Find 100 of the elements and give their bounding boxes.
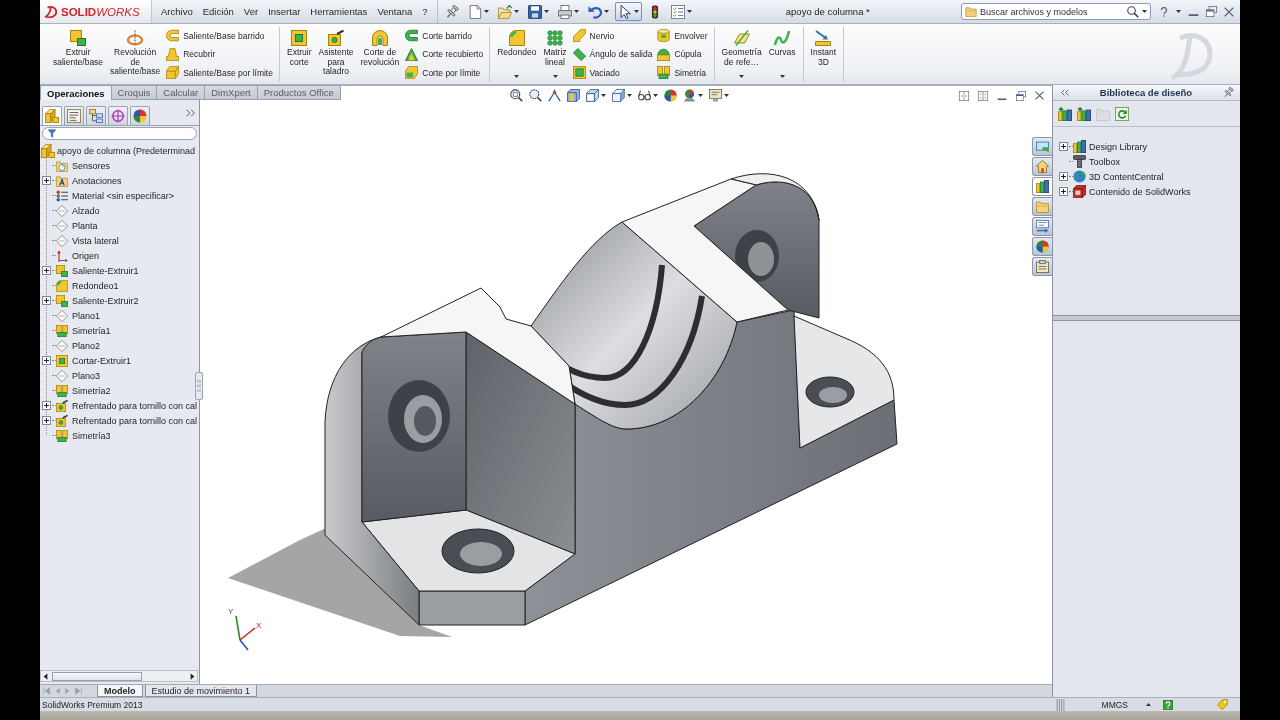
search-icon[interactable] — [1127, 5, 1139, 18]
command-tab[interactable]: Productos Office — [256, 85, 341, 100]
select-button[interactable] — [614, 2, 642, 21]
search-box[interactable]: Buscar archivos y modelos — [961, 3, 1151, 20]
expand-icon[interactable] — [1059, 142, 1068, 151]
refresh-icon[interactable] — [1115, 106, 1129, 121]
expand-icon[interactable] — [1059, 187, 1068, 196]
scrollbar-thumb[interactable] — [52, 671, 142, 681]
monitor-icon[interactable] — [709, 89, 722, 102]
caret-icon[interactable] — [724, 94, 729, 97]
glasses-icon[interactable] — [638, 89, 651, 102]
caret-icon[interactable] — [514, 75, 520, 78]
task-pane-tab[interactable] — [1032, 217, 1052, 236]
scene-ball-icon[interactable] — [683, 89, 696, 102]
tile-horizontal-icon[interactable] — [959, 90, 969, 101]
splitter-handle[interactable] — [195, 372, 203, 400]
tree-item[interactable]: Sensores — [72, 160, 111, 171]
panel-tab[interactable] — [108, 106, 128, 125]
caret-icon[interactable] — [1146, 703, 1151, 706]
section-cube-icon[interactable] — [567, 89, 580, 102]
pushpin-icon[interactable] — [1223, 87, 1234, 98]
caret-icon[interactable] — [779, 75, 785, 78]
caret-icon[interactable] — [739, 75, 745, 78]
bottom-tab[interactable]: Estudio de movimiento 1 — [144, 685, 258, 697]
caret-icon[interactable] — [483, 10, 489, 13]
caret-icon[interactable] — [653, 94, 658, 97]
tree-item[interactable]: Cortar-Extruir1 — [72, 355, 131, 366]
double-chevron-icon[interactable] — [186, 108, 195, 117]
ribbon-button[interactable]: Asistente para taladro — [317, 27, 355, 82]
ribbon-button[interactable]: Curvas — [767, 27, 797, 82]
tree-item[interactable]: Simetría2 — [72, 385, 111, 396]
units-label[interactable]: MMGS — [1101, 699, 1128, 710]
expand-icon[interactable] — [42, 416, 51, 425]
menu-item[interactable]: ? — [417, 6, 433, 17]
tree-item[interactable]: Saliente-Extruir1 — [72, 265, 139, 276]
tree-item[interactable]: Origen — [72, 250, 99, 261]
ribbon-button[interactable]: Cúpula — [657, 47, 708, 61]
menu-item[interactable]: Insertar — [263, 6, 306, 17]
tree-item[interactable]: Simetría3 — [72, 430, 111, 441]
zoom-to-fit-icon[interactable] — [510, 89, 523, 102]
ribbon-button[interactable]: Envolver — [657, 29, 708, 42]
tree-item[interactable]: Planta — [72, 220, 98, 231]
ribbon-button[interactable]: Corte barrido — [405, 29, 484, 42]
tree-item[interactable]: Redondeo1 — [72, 280, 119, 291]
command-tab[interactable]: Croquis — [110, 85, 158, 100]
double-chevron-icon[interactable] — [1061, 89, 1069, 96]
caret-icon[interactable] — [1176, 10, 1181, 13]
command-tab[interactable]: Calcular — [156, 85, 206, 100]
caret-icon[interactable] — [686, 10, 692, 13]
ribbon-button[interactable]: Corte de revolución — [359, 27, 401, 82]
command-tab[interactable]: Operaciones — [40, 85, 112, 100]
horizontal-scrollbar[interactable] — [40, 670, 198, 682]
search-field[interactable]: Buscar archivos y modelos — [980, 6, 1124, 17]
ribbon-button[interactable]: Saliente/Base por límite — [166, 66, 273, 79]
close-icon[interactable] — [1224, 6, 1234, 17]
bottom-tab[interactable]: Modelo — [97, 685, 143, 697]
tree-item[interactable]: Alzado — [72, 205, 100, 216]
expand-icon[interactable] — [42, 401, 51, 410]
task-pane-tab[interactable] — [1032, 177, 1052, 196]
help-icon[interactable] — [1163, 699, 1173, 710]
caret-icon[interactable] — [633, 10, 639, 13]
ribbon-button[interactable]: Nervio — [572, 29, 653, 42]
tree-item[interactable]: Material <sin especificar> — [72, 190, 175, 201]
ribbon-button[interactable]: Corte recubierto — [405, 47, 484, 61]
caret-icon[interactable] — [603, 10, 609, 13]
ribbon-button[interactable]: Saliente/Base barrido — [166, 29, 273, 42]
caret-icon[interactable] — [698, 94, 703, 97]
tree-item[interactable]: Simetría1 — [72, 325, 111, 336]
cube-icon[interactable] — [612, 89, 625, 102]
panel-tab[interactable] — [130, 106, 150, 125]
ribbon-button[interactable]: Recubrir — [166, 47, 273, 61]
panel-tab[interactable] — [86, 106, 106, 125]
caret-icon[interactable] — [573, 10, 579, 13]
ribbon-button[interactable]: Redondeo — [496, 27, 538, 82]
panel-tab[interactable] — [42, 106, 62, 125]
tree-item[interactable]: Saliente-Extruir2 — [72, 295, 139, 306]
tree-item[interactable]: Plano3 — [72, 370, 101, 381]
ribbon-button[interactable]: Revolución de saliente/base — [109, 27, 162, 82]
caret-icon[interactable] — [627, 94, 632, 97]
ribbon-button[interactable]: Geometría de refe… — [720, 27, 763, 82]
expand-icon[interactable] — [42, 176, 51, 185]
tree-item[interactable]: Refrentado para tornillo con cal — [72, 415, 198, 426]
menu-item[interactable]: Herramientas — [305, 6, 373, 17]
restore-icon[interactable] — [1206, 6, 1217, 17]
zoom-area-icon[interactable] — [529, 89, 542, 102]
axes-icon[interactable] — [548, 89, 561, 102]
tree-item[interactable]: Refrentado para tornillo con cal — [72, 400, 198, 411]
ribbon-button[interactable]: Extruir corte — [285, 27, 313, 82]
tree-item[interactable]: Plano1 — [72, 310, 101, 321]
ribbon-button[interactable]: Extruir saliente/base — [52, 27, 105, 82]
menu-item[interactable]: Ver — [238, 6, 264, 17]
tree-item[interactable]: Toolbox — [1089, 156, 1121, 167]
tree-item[interactable]: Anotaciones — [72, 175, 122, 186]
caret-icon[interactable] — [1142, 10, 1147, 13]
expand-icon[interactable] — [42, 296, 51, 305]
tile-vertical-icon[interactable] — [978, 90, 988, 101]
filter-field[interactable] — [42, 127, 197, 140]
color-ball-icon[interactable] — [664, 89, 677, 102]
tree-item[interactable]: 3D ContentCentral — [1089, 171, 1164, 182]
ribbon-button[interactable]: Ángulo de salida — [572, 47, 653, 61]
